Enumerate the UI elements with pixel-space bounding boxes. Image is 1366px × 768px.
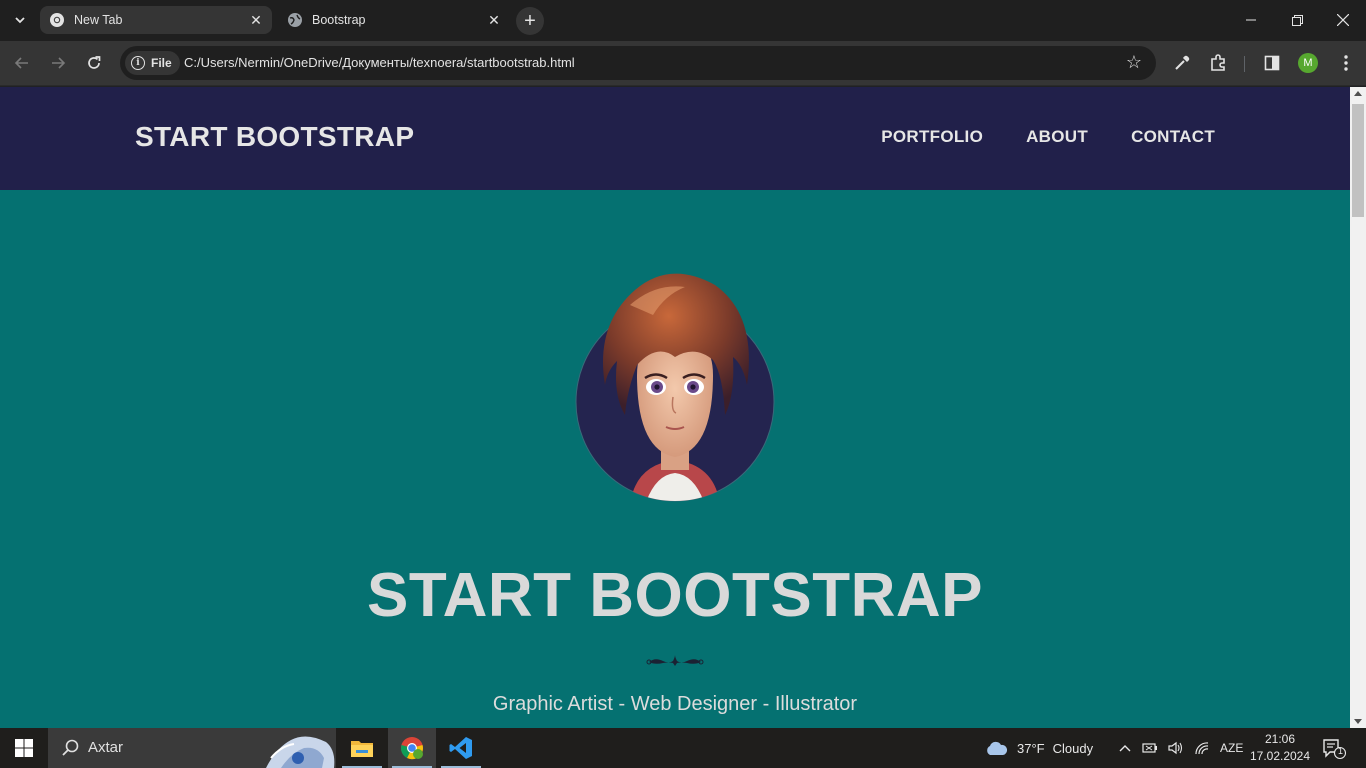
reload-icon — [88, 56, 101, 69]
page-viewport: START BOOTSTRAP PORTFOLIO ABOUT CONTACT — [0, 87, 1350, 728]
new-tab-button[interactable]: + — [516, 7, 544, 35]
windows-logo-icon — [15, 739, 33, 757]
hero-subtitle: Graphic Artist - Web Designer - Illustra… — [492, 693, 858, 715]
vscode-button[interactable] — [437, 728, 485, 768]
nav-contact[interactable]: CONTACT — [1131, 127, 1215, 147]
bookmark-star-icon[interactable]: ☆ — [1126, 52, 1142, 73]
side-panel-icon[interactable] — [1258, 49, 1286, 77]
site-navbar: START BOOTSTRAP PORTFOLIO ABOUT CONTACT — [0, 87, 1350, 190]
taskbar: Axtar 37°F Cloudy AZE 21:06 17.02.2024 1 — [0, 728, 1366, 768]
network-icon[interactable] — [1194, 741, 1210, 755]
reload-button[interactable] — [80, 49, 108, 77]
speaker-icon[interactable] — [1168, 741, 1184, 755]
minimize-icon — [1246, 19, 1256, 21]
hero-section: START BOOTSTRAP Graphic Artist - Web Des… — [0, 190, 1350, 728]
forward-button[interactable] — [44, 49, 72, 77]
vscode-icon — [449, 737, 472, 759]
nav-portfolio[interactable]: PORTFOLIO — [881, 127, 983, 147]
browser-toolbar: i File C:/Users/Nermin/OneDrive/Документ… — [0, 41, 1366, 86]
taskbar-search[interactable]: Axtar — [48, 728, 336, 768]
weather-temp: 37°F — [1017, 740, 1045, 756]
tab-bootstrap[interactable]: Bootstrap ✕ — [278, 6, 510, 34]
restore-button[interactable] — [1274, 0, 1320, 40]
clock-date: 17.02.2024 — [1249, 749, 1311, 763]
back-button[interactable] — [8, 49, 36, 77]
site-brand[interactable]: START BOOTSTRAP — [135, 121, 414, 153]
restore-icon — [1291, 14, 1303, 26]
battery-icon[interactable] — [1142, 741, 1158, 755]
notification-count: 1 — [1337, 746, 1343, 756]
tab-title: Bootstrap — [312, 13, 366, 27]
hero-title: START BOOTSTRAP — [367, 561, 983, 630]
plus-icon: + — [524, 9, 536, 32]
tab-search-button[interactable] — [8, 8, 32, 32]
scroll-up-icon[interactable] — [1354, 91, 1362, 96]
chevron-down-icon — [15, 17, 25, 24]
close-icon — [1337, 14, 1349, 26]
arrow-left-icon — [14, 57, 28, 69]
chevron-up-icon[interactable] — [1118, 743, 1132, 753]
chrome-taskbar-button[interactable] — [388, 728, 436, 768]
avatar-illustration — [575, 273, 775, 502]
clock[interactable]: 21:06 17.02.2024 — [1248, 731, 1312, 765]
search-icon — [62, 739, 79, 756]
url-text[interactable]: C:/Users/Nermin/OneDrive/Документы/texno… — [184, 46, 575, 80]
toolbar-separator — [1244, 56, 1245, 72]
scroll-down-icon[interactable] — [1354, 719, 1362, 724]
search-placeholder: Axtar — [88, 739, 124, 756]
tab-title: New Tab — [74, 13, 123, 27]
notifications-button[interactable]: 1 — [1318, 736, 1347, 760]
chrome-icon — [401, 737, 423, 760]
close-icon[interactable]: ✕ — [484, 10, 504, 30]
close-icon[interactable]: ✕ — [246, 10, 266, 30]
profile-avatar[interactable]: M — [1298, 53, 1318, 73]
cloud-icon — [987, 741, 1008, 755]
kebab-menu-icon[interactable] — [1332, 49, 1360, 77]
site-info-chip[interactable]: i File — [125, 51, 180, 75]
ornament-divider-icon — [646, 655, 704, 666]
info-icon: i — [131, 56, 145, 70]
tab-new-tab[interactable]: New Tab ✕ — [40, 6, 272, 34]
folder-icon — [351, 741, 373, 757]
clock-time: 21:06 — [1264, 732, 1296, 746]
search-highlight-art — [266, 736, 335, 768]
weather-widget[interactable]: 37°F Cloudy — [984, 728, 1093, 768]
weather-desc: Cloudy — [1052, 740, 1094, 756]
nav-links: PORTFOLIO ABOUT CONTACT — [881, 127, 1215, 147]
arrow-right-icon — [52, 57, 66, 69]
language-indicator[interactable]: AZE — [1220, 741, 1243, 755]
chrome-icon — [49, 12, 65, 28]
close-window-button[interactable] — [1320, 0, 1366, 40]
file-explorer-button[interactable] — [338, 728, 386, 768]
address-bar[interactable]: i File C:/Users/Nermin/OneDrive/Документ… — [120, 46, 1156, 80]
page-scrollbar[interactable] — [1350, 87, 1366, 728]
scrollbar-thumb[interactable] — [1352, 104, 1364, 217]
scheme-label: File — [151, 56, 172, 70]
extensions-icon[interactable] — [1204, 49, 1232, 77]
tab-strip: New Tab ✕ Bootstrap ✕ + — [0, 0, 1366, 41]
eyedropper-icon[interactable] — [1168, 49, 1196, 77]
nav-about[interactable]: ABOUT — [1026, 127, 1088, 147]
minimize-button[interactable] — [1228, 0, 1274, 40]
globe-icon — [287, 12, 303, 28]
system-tray: AZE — [1118, 728, 1243, 768]
start-button[interactable] — [0, 728, 48, 768]
